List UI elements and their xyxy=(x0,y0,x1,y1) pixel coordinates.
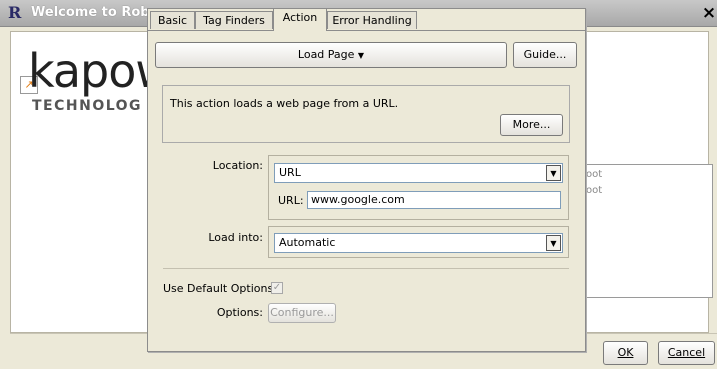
close-icon[interactable]: × xyxy=(701,3,717,23)
load-into-label: Load into: xyxy=(208,231,263,244)
tab-tag-finders[interactable]: Tag Finders xyxy=(195,11,273,29)
dropdown-arrow-icon[interactable]: ▼ xyxy=(546,165,561,181)
location-select-value: URL xyxy=(279,166,301,179)
more-button[interactable]: More... xyxy=(500,114,563,136)
load-page-dropdown-button[interactable]: Load Page ▼ xyxy=(155,42,507,68)
kapow-logo-subtitle: TECHNOLOG xyxy=(32,98,143,114)
divider xyxy=(163,268,569,269)
location-label: Location: xyxy=(212,159,263,172)
load-page-label: Load Page xyxy=(297,48,355,61)
guide-button[interactable]: Guide... xyxy=(513,42,577,68)
ok-button-label: OK xyxy=(617,346,634,359)
tab-action[interactable]: Action xyxy=(273,8,327,31)
use-default-options-label: Use Default Options: xyxy=(163,282,277,295)
configure-button[interactable]: Configure... xyxy=(268,303,336,323)
load-into-select[interactable]: Automatic ▼ xyxy=(274,233,563,253)
tab-error-handling[interactable]: Error Handling xyxy=(327,11,417,29)
tab-basic[interactable]: Basic xyxy=(150,11,195,29)
ok-button[interactable]: OK xyxy=(603,341,648,365)
dropdown-arrow-icon: ▼ xyxy=(357,51,365,60)
list-item[interactable]: oot xyxy=(586,169,602,180)
robomaker-icon: R xyxy=(8,3,22,22)
recent-robots-list[interactable]: oot oot xyxy=(585,164,713,298)
cancel-button[interactable]: Cancel xyxy=(658,341,715,365)
action-description: This action loads a web page from a URL. xyxy=(170,97,399,110)
options-label: Options: xyxy=(216,306,263,319)
tab-strip-border xyxy=(148,30,585,31)
url-input[interactable]: www.google.com xyxy=(307,191,561,209)
use-default-options-checkbox[interactable]: ✓ xyxy=(271,282,283,294)
url-label: URL: xyxy=(278,194,304,207)
window-title: Welcome to Rob xyxy=(31,5,150,20)
cancel-button-label: Cancel xyxy=(667,346,706,359)
load-into-select-value: Automatic xyxy=(279,236,336,249)
list-item[interactable]: oot xyxy=(586,185,602,196)
checkmark-icon: ✓ xyxy=(272,282,282,293)
location-select[interactable]: URL ▼ xyxy=(274,163,563,183)
dropdown-arrow-icon[interactable]: ▼ xyxy=(546,235,561,251)
